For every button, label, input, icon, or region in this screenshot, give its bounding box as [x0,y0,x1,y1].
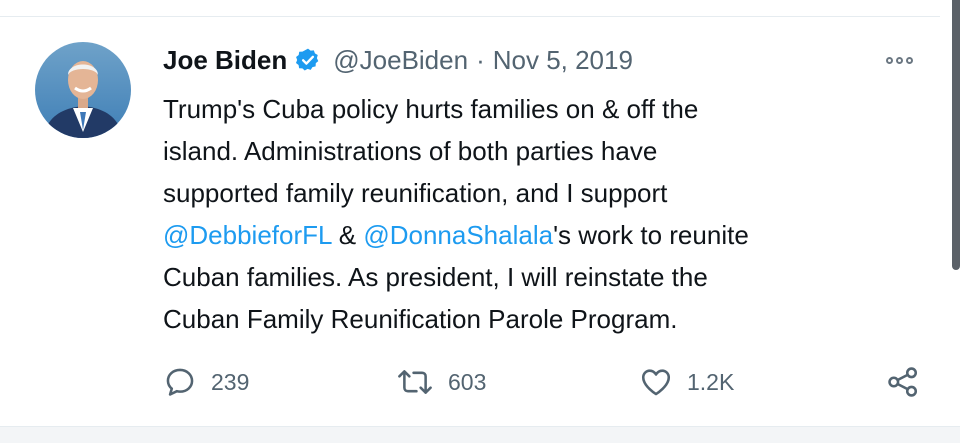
reply-count: 239 [211,368,250,395]
heart-icon [639,365,673,399]
retweet-button[interactable]: 603 [396,362,486,402]
share-button[interactable] [886,362,920,402]
tweet-date[interactable]: Nov 5, 2019 [493,45,633,76]
scrollbar[interactable] [952,0,960,270]
tweet-text: Trump's Cuba policy hurts families on & … [163,88,903,340]
tweet-text-fragment: & [331,220,364,250]
tweet-text-line: Trump's Cuba policy hurts families on & … [163,94,699,124]
reply-button[interactable]: 239 [163,362,249,402]
tweet-header: Joe Biden @JoeBiden · Nov 5, 2019 [163,40,633,80]
bottom-divider [0,426,960,443]
retweet-icon [396,365,434,399]
top-divider [0,16,940,17]
tweet-text-line: supported family reunification, and I su… [163,178,668,208]
like-count: 1.2K [687,368,735,395]
like-button[interactable]: 1.2K [639,362,734,402]
retweet-count: 603 [448,368,487,395]
more-options-icon[interactable] [886,52,926,68]
reply-icon [163,365,197,399]
verified-badge-icon [295,47,321,73]
author-name[interactable]: Joe Biden [163,45,287,76]
tweet-text-line: @DebbieforFL & @DonnaShalala's work to r… [163,214,903,256]
tweet-text-line: Cuban families. As president, I will rei… [163,262,708,292]
tweet-actions: 239 603 1.2K [163,362,933,402]
author-avatar[interactable] [35,42,131,138]
mention-link[interactable]: @DonnaShalala [363,220,553,250]
tweet-text-line: island. Administrations of both parties … [163,136,658,166]
mention-link[interactable]: @DebbieforFL [163,220,332,250]
author-handle[interactable]: @JoeBiden [333,45,468,76]
tweet-text-line: Cuban Family Reunification Parole Progra… [163,304,678,334]
header-separator: · [476,44,485,75]
tweet-text-fragment: 's work to reunite [553,220,749,250]
share-icon [886,365,920,399]
